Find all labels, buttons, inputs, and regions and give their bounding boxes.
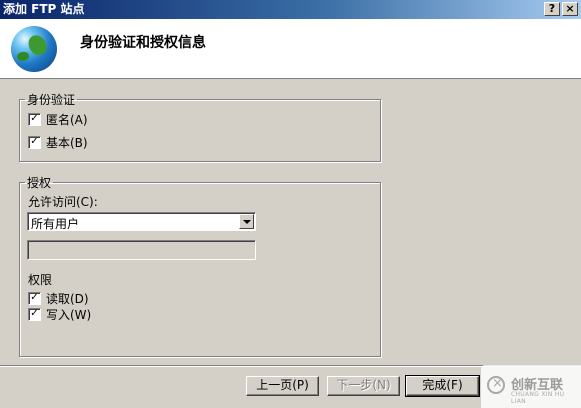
basic-label: 基本(B) [46, 136, 88, 150]
close-button[interactable]: × [562, 2, 578, 16]
watermark-subtext: CHUANG XIN HU LIAN [511, 391, 565, 405]
users-textbox [27, 240, 256, 260]
permissions-label: 权限 [28, 273, 53, 287]
previous-button[interactable]: 上一页(P) [246, 376, 319, 396]
check-icon: ✓ [28, 308, 41, 321]
allow-access-label: 允许访问(C): [28, 195, 98, 209]
wizard-header: 身份验证和授权信息 [0, 19, 581, 79]
authorization-legend: 授权 [27, 176, 52, 190]
check-icon: ✓ [28, 292, 41, 305]
anonymous-label: 匿名(A) [46, 113, 88, 127]
window-title: 添加 FTP 站点 [3, 2, 85, 16]
write-label: 写入(W) [46, 308, 92, 322]
allow-access-value: 所有用户 [31, 217, 80, 231]
help-button[interactable]: ? [544, 2, 560, 16]
globe-icon [11, 26, 57, 72]
page-title: 身份验证和授权信息 [80, 35, 206, 51]
next-button: 下一步(N) [327, 376, 400, 396]
check-icon: ✓ [28, 136, 41, 149]
brand-logo-icon [487, 376, 505, 394]
watermark: 创新互联 CHUANG XIN HU LIAN [481, 365, 581, 408]
authentication-legend: 身份验证 [27, 93, 76, 107]
check-icon: ✓ [28, 113, 41, 126]
chevron-down-icon[interactable] [239, 214, 254, 229]
finish-button[interactable]: 完成(F) [405, 375, 480, 397]
title-bar: 添加 FTP 站点 ? × [0, 0, 581, 19]
allow-access-dropdown[interactable]: 所有用户 [27, 212, 256, 231]
read-label: 读取(D) [46, 292, 89, 306]
